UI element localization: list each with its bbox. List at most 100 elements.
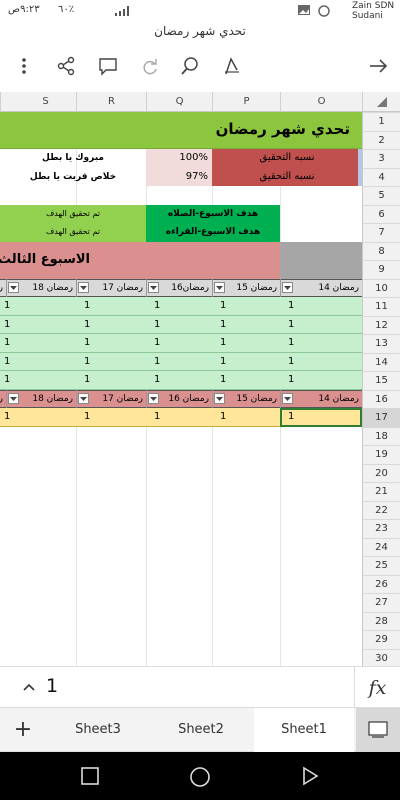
kpi-label-cell[interactable]: نسبه التحقيق bbox=[212, 167, 362, 186]
expand-chevron-icon[interactable] bbox=[22, 679, 36, 698]
filter-dropdown-icon[interactable] bbox=[78, 281, 89, 293]
filter-dropdown-icon[interactable] bbox=[148, 392, 159, 404]
edit-icon[interactable] bbox=[220, 54, 244, 78]
row-header-18[interactable]: 18 bbox=[362, 426, 400, 445]
row-header-14[interactable]: 14 bbox=[362, 352, 400, 371]
column-header-o[interactable]: O bbox=[280, 92, 362, 112]
value-cell[interactable]: 1 bbox=[146, 408, 212, 427]
tab-sheet3[interactable]: Sheet3 bbox=[50, 708, 146, 752]
kpi-label-cell[interactable]: نسبه التحقيق bbox=[212, 149, 362, 168]
sheet-options-icon[interactable] bbox=[356, 708, 400, 752]
row-header-13[interactable]: 13 bbox=[362, 334, 400, 353]
filter-dropdown-icon[interactable] bbox=[8, 392, 19, 404]
filter-dropdown-icon[interactable] bbox=[8, 281, 19, 293]
filter-dropdown-icon[interactable] bbox=[214, 392, 225, 404]
row-header-2[interactable]: 2 bbox=[362, 130, 400, 149]
value-cell[interactable]: 1 bbox=[76, 297, 146, 316]
forward-arrow-icon[interactable] bbox=[366, 54, 390, 78]
value-cell[interactable]: 1 bbox=[212, 353, 280, 372]
value-cell[interactable]: 1 bbox=[146, 353, 212, 372]
value-cell[interactable]: 1 bbox=[212, 408, 280, 427]
back-icon[interactable] bbox=[300, 766, 320, 790]
row-header-9[interactable]: 9 bbox=[362, 260, 400, 279]
tab-sheet1[interactable]: Sheet1 bbox=[254, 708, 354, 752]
value-cell[interactable]: 1 bbox=[146, 297, 212, 316]
row-header-10[interactable]: 10 bbox=[362, 278, 400, 297]
value-cell[interactable]: 1 bbox=[212, 297, 280, 316]
value-cell[interactable]: 1 bbox=[76, 408, 146, 427]
home-icon[interactable] bbox=[188, 765, 212, 793]
kpi-message-cell[interactable]: خلاص قربت يا بطل bbox=[0, 168, 146, 187]
tab-sheet2[interactable]: Sheet2 bbox=[152, 708, 250, 752]
value-cell[interactable]: 1 bbox=[0, 334, 76, 353]
comment-icon[interactable] bbox=[96, 54, 120, 78]
row-header-3[interactable]: 3 bbox=[362, 149, 400, 168]
goal-status-cell[interactable]: تم تحقيق الهدف bbox=[0, 204, 146, 223]
day-header-cell[interactable]: رمضا bbox=[0, 390, 6, 409]
value-cell[interactable]: 1 bbox=[0, 353, 76, 372]
value-cell[interactable]: 1 bbox=[280, 334, 362, 353]
value-cell[interactable]: 1 bbox=[146, 334, 212, 353]
selected-cell-o17[interactable] bbox=[280, 408, 362, 427]
add-sheet-button[interactable]: + bbox=[0, 708, 46, 752]
filter-dropdown-icon[interactable] bbox=[214, 281, 225, 293]
value-cell[interactable]: 1 bbox=[76, 316, 146, 335]
value-cell[interactable]: 1 bbox=[280, 297, 362, 316]
row-header-4[interactable]: 4 bbox=[362, 167, 400, 186]
value-cell[interactable]: 1 bbox=[76, 334, 146, 353]
formula-input[interactable]: 1 bbox=[46, 675, 58, 697]
row-header-7[interactable]: 7 bbox=[362, 223, 400, 242]
select-all-corner[interactable] bbox=[362, 92, 400, 112]
row-header-29[interactable]: 29 bbox=[362, 630, 400, 649]
row-header-20[interactable]: 20 bbox=[362, 463, 400, 482]
row-header-24[interactable]: 24 bbox=[362, 537, 400, 556]
row-header-1[interactable]: 1 bbox=[362, 112, 400, 131]
value-cell[interactable]: 1 bbox=[212, 316, 280, 335]
kpi-percent-cell[interactable]: 100% bbox=[146, 149, 212, 168]
row-header-26[interactable]: 26 bbox=[362, 574, 400, 593]
row-header-12[interactable]: 12 bbox=[362, 315, 400, 334]
value-cell[interactable]: 1 bbox=[146, 316, 212, 335]
row-header-5[interactable]: 5 bbox=[362, 186, 400, 205]
column-header-r[interactable]: R bbox=[76, 92, 146, 112]
fx-button[interactable]: fx bbox=[354, 667, 400, 709]
value-cell[interactable]: 1 bbox=[212, 334, 280, 353]
row-header-25[interactable]: 25 bbox=[362, 556, 400, 575]
row-header-21[interactable]: 21 bbox=[362, 482, 400, 501]
redo-icon[interactable] bbox=[138, 54, 162, 78]
filter-dropdown-icon[interactable] bbox=[148, 281, 159, 293]
value-cell[interactable]: 1 bbox=[0, 371, 76, 390]
row-header-22[interactable]: 22 bbox=[362, 500, 400, 519]
row-header-11[interactable]: 11 bbox=[362, 297, 400, 316]
row-header-23[interactable]: 23 bbox=[362, 519, 400, 538]
search-icon[interactable] bbox=[178, 54, 202, 78]
row-header-19[interactable]: 19 bbox=[362, 445, 400, 464]
recent-apps-icon[interactable] bbox=[80, 766, 100, 790]
value-cell[interactable]: 1 bbox=[280, 371, 362, 390]
share-icon[interactable] bbox=[54, 54, 78, 78]
value-cell[interactable]: 1 bbox=[280, 316, 362, 335]
goal-label-cell[interactable]: هدف الاسبوع-القراءه bbox=[146, 223, 280, 242]
row-header-15[interactable]: 15 bbox=[362, 371, 400, 390]
row-header-30[interactable]: 30 bbox=[362, 648, 400, 666]
row-header-28[interactable]: 28 bbox=[362, 611, 400, 630]
row-header-8[interactable]: 8 bbox=[362, 241, 400, 260]
value-cell[interactable]: 1 bbox=[76, 353, 146, 372]
row-header-6[interactable]: 6 bbox=[362, 204, 400, 223]
value-cell[interactable]: 1 bbox=[280, 353, 362, 372]
column-header-p[interactable]: P bbox=[212, 92, 280, 112]
value-cell[interactable]: 1 bbox=[76, 371, 146, 390]
value-cell[interactable]: 1 bbox=[0, 297, 76, 316]
row-header-17[interactable]: 17 bbox=[362, 408, 400, 427]
value-cell[interactable]: 1 bbox=[0, 316, 76, 335]
more-icon[interactable] bbox=[12, 54, 36, 78]
row-header-16[interactable]: 16 bbox=[362, 389, 400, 408]
filter-dropdown-icon[interactable] bbox=[78, 392, 89, 404]
value-cell[interactable]: 1 bbox=[146, 371, 212, 390]
kpi-message-cell[interactable]: مبروك يا بطل bbox=[0, 149, 146, 168]
filter-dropdown-icon[interactable] bbox=[282, 281, 293, 293]
value-cell[interactable]: 1 bbox=[212, 371, 280, 390]
filter-dropdown-icon[interactable] bbox=[282, 392, 293, 404]
column-header-q[interactable]: Q bbox=[146, 92, 212, 112]
spreadsheet-grid[interactable]: S R Q P O 1 2 3 4 5 6 7 8 9 10 11 12 13 14 15 16 17 18 19 2… bbox=[0, 92, 400, 666]
